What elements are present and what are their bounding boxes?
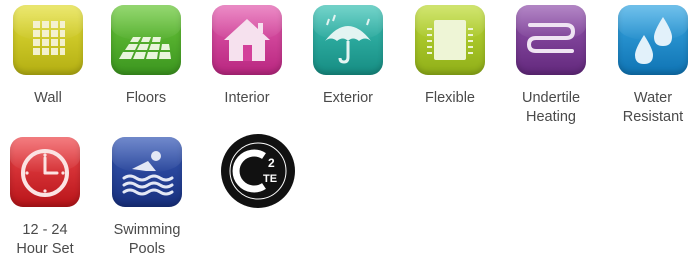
house-icon — [212, 5, 282, 75]
feature-label: Interior — [224, 90, 270, 106]
feature-icon-grid: Wall Floors Interior Exterior Flexible U… — [0, 0, 699, 261]
feature-interior: Interior — [197, 5, 297, 108]
heating-coil-icon — [516, 5, 586, 75]
feature-label: Undertile Heating — [521, 90, 581, 125]
feature-swimming-pools: Swimming Pools — [97, 137, 197, 259]
water-drops-icon — [618, 5, 688, 75]
feature-water-resistant: Water Resistant — [603, 5, 699, 127]
floor-tiles-icon — [111, 5, 181, 75]
c2te-certification-badge: 2 TE — [219, 132, 297, 210]
flexible-panel-icon — [415, 5, 485, 75]
feature-undertile-heating: Undertile Heating — [501, 5, 601, 127]
svg-text:TE: TE — [263, 173, 277, 185]
feature-label: Exterior — [323, 90, 373, 106]
swimmer-icon — [112, 137, 182, 207]
umbrella-rain-icon — [313, 5, 383, 75]
wall-tiles-icon — [13, 5, 83, 75]
feature-label: 12 - 24 Hour Set — [16, 222, 74, 257]
feature-floors: Floors — [96, 5, 196, 108]
feature-flexible: Flexible — [400, 5, 500, 108]
feature-label: Floors — [125, 90, 167, 106]
svg-text:2: 2 — [268, 156, 275, 170]
clock-icon — [10, 137, 80, 207]
feature-label: Wall — [34, 90, 62, 106]
feature-set-time: 12 - 24 Hour Set — [0, 137, 95, 259]
certification-badge: 2 TE — [208, 132, 308, 210]
feature-label: Flexible — [425, 90, 475, 106]
feature-label: Swimming Pools — [113, 222, 181, 257]
feature-wall: Wall — [0, 5, 98, 108]
feature-exterior: Exterior — [298, 5, 398, 108]
feature-label: Water Resistant — [622, 90, 684, 125]
